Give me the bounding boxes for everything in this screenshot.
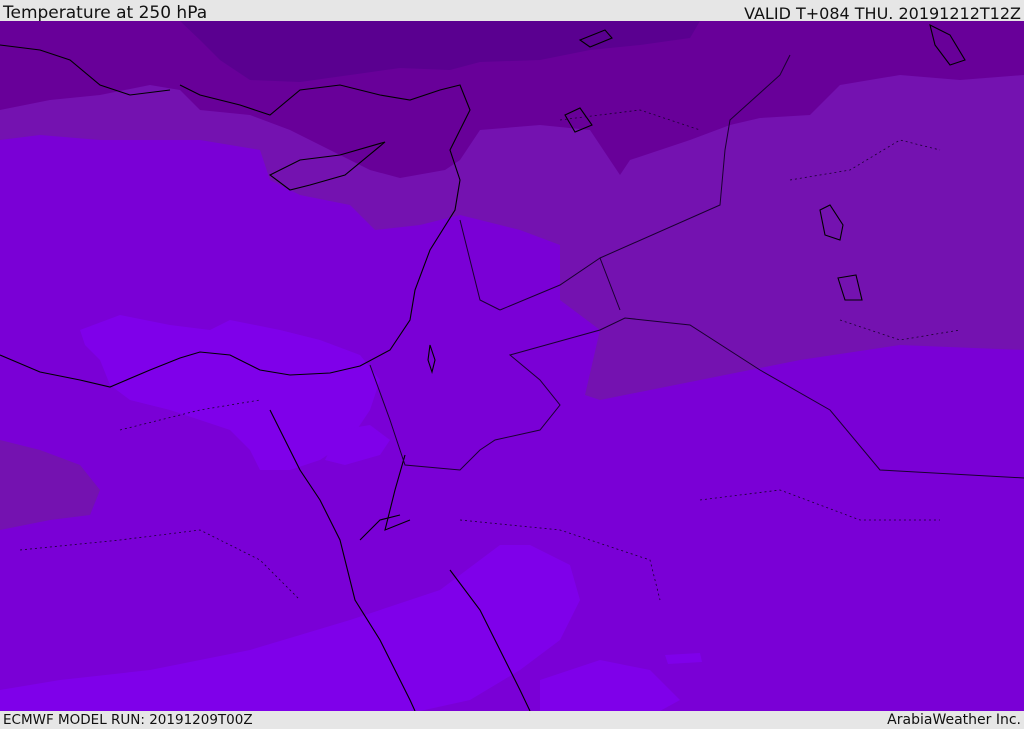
model-run: ECMWF MODEL RUN: 20191209T00Z (3, 712, 253, 728)
temperature-map[interactable] (0, 21, 1024, 711)
header-bar: Temperature at 250 hPa VALID T+084 THU. … (0, 0, 1024, 23)
brand-credit: ArabiaWeather Inc. (887, 712, 1021, 728)
footer-bar: ECMWF MODEL RUN: 20191209T00Z ArabiaWeat… (0, 711, 1024, 729)
